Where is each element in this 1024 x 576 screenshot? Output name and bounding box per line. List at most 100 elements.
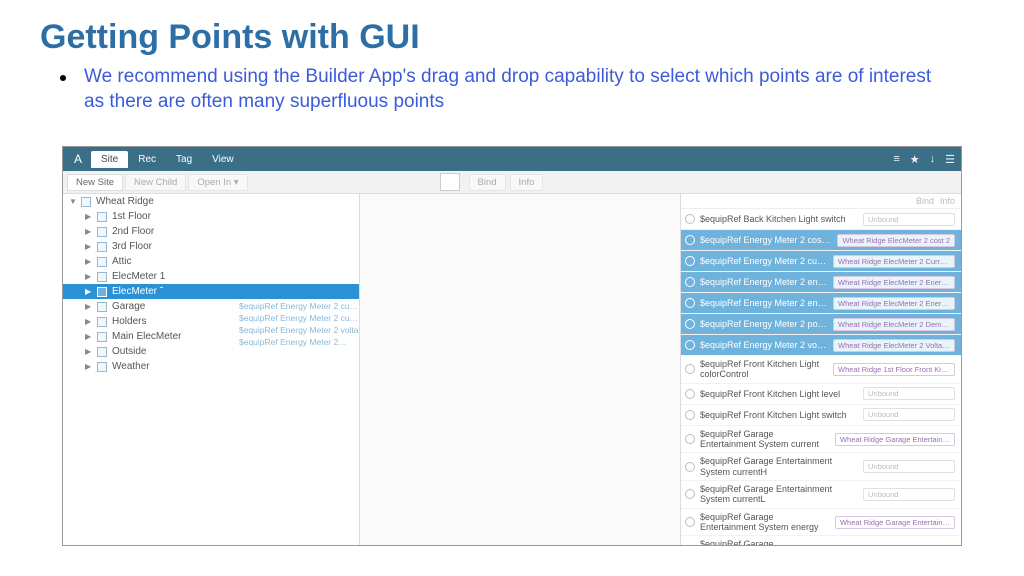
tree-root[interactable]: ▼ Wheat Ridge <box>63 194 359 209</box>
tree-item[interactable]: ▶Garage <box>63 299 359 314</box>
tree-item[interactable]: ▶ Holders <box>63 314 359 329</box>
point-row[interactable]: $equipRef Energy Meter 2 powerWheat Ridg… <box>681 314 961 335</box>
expand-right-icon: ▶ <box>85 332 92 341</box>
point-label: $equipRef Energy Meter 2 voltage <box>700 340 828 350</box>
new-site-button[interactable]: New Site <box>67 174 123 191</box>
point-row[interactable]: $equipRef Front Kitchen Light colorContr… <box>681 356 961 384</box>
tree-item[interactable]: ▶Outside <box>63 344 359 359</box>
point-radio-icon[interactable] <box>685 277 695 287</box>
open-in-button[interactable]: Open In ▾ <box>188 174 247 191</box>
toolbar-square-icon[interactable] <box>440 173 460 191</box>
bullet-text: We recommend using the Builder App's dra… <box>84 65 944 114</box>
point-binding-badge: Wheat Ridge ElecMeter 2 Current 2 <box>833 255 955 268</box>
point-row[interactable]: $equipRef Garage Entertainment System cu… <box>681 426 961 454</box>
point-binding-badge: Wheat Ridge ElecMeter 2 Energy… <box>833 297 955 310</box>
tree-item[interactable]: ▶1st Floor <box>63 209 359 224</box>
point-radio-icon[interactable] <box>685 319 695 329</box>
point-radio-icon[interactable] <box>685 256 695 266</box>
tree-item[interactable]: ▶2nd Floor <box>63 224 359 239</box>
folder-icon <box>97 257 107 267</box>
expand-right-icon: ▶ <box>85 257 92 266</box>
menubar-icon[interactable]: ≡ <box>893 153 899 166</box>
point-row[interactable]: $equipRef Energy Meter 2 energyWheat Rid… <box>681 272 961 293</box>
point-label: $equipRef Energy Meter 2 energyDuration <box>700 298 828 308</box>
tree-item-label: Attic <box>112 256 131 267</box>
points-pane: Bind Info $equipRef Back Kitchen Light s… <box>681 194 961 545</box>
point-radio-icon[interactable] <box>685 214 695 224</box>
menubar-icon[interactable]: ↓ <box>930 153 936 166</box>
point-radio-icon[interactable] <box>685 235 695 245</box>
folder-icon <box>81 197 91 207</box>
point-radio-icon[interactable] <box>685 410 695 420</box>
point-label: $equipRef Garage Entertainment System en… <box>700 512 830 533</box>
expand-right-icon: ▶ <box>85 212 92 221</box>
point-binding-badge: Wheat Ridge 1st Floor Front Kitche… <box>833 363 955 376</box>
tree-item[interactable]: ▶ Main ElecMeter <box>63 329 359 344</box>
info-button[interactable]: Info <box>510 174 544 191</box>
app-toolbar: New Site New Child Open In ▾ Bind Info <box>63 171 961 194</box>
tree-item-label: Main ElecMeter <box>112 331 181 342</box>
tree-root-label: Wheat Ridge <box>96 196 154 207</box>
folder-icon <box>97 362 107 372</box>
point-radio-icon[interactable] <box>685 434 695 444</box>
point-row[interactable]: $equipRef Energy Meter 2 currentWheat Ri… <box>681 251 961 272</box>
point-radio-icon[interactable] <box>685 364 695 374</box>
bullet-icon <box>60 75 66 81</box>
tree-item[interactable]: ▶ElecMeter ˜ <box>63 284 359 299</box>
point-label: $equipRef Garage Entertainment System cu… <box>700 484 858 505</box>
bind-button[interactable]: Bind <box>469 174 506 191</box>
point-radio-icon[interactable] <box>685 489 695 499</box>
point-row[interactable]: $equipRef Energy Meter 2 energyDuration W… <box>681 293 961 314</box>
point-binding-badge: Unbound <box>863 387 955 400</box>
expand-right-icon: ▶ <box>85 227 92 236</box>
points-list: $equipRef Back Kitchen Light switchUnbou… <box>681 209 961 545</box>
expand-right-icon: ▶ <box>85 347 92 356</box>
menubar-icon[interactable]: ☰ <box>945 153 955 166</box>
point-binding-badge: Unbound <box>863 213 955 226</box>
point-radio-icon[interactable] <box>685 298 695 308</box>
menu-tab-rec[interactable]: Rec <box>128 151 166 168</box>
tree-item[interactable]: ▶ Weather <box>63 359 359 374</box>
menubar-right-icons: ≡ ★ ↓ ☰ <box>893 153 955 166</box>
app-menubar: A SiteRecTagView ≡★↓☰ <box>63 147 961 171</box>
point-row[interactable]: $equipRef Garage Entertainment System en… <box>681 509 961 537</box>
point-label: $equipRef Garage Entertainment System cu… <box>700 429 830 450</box>
menubar-icon[interactable]: ★ <box>910 153 920 166</box>
slide-bullet: We recommend using the Builder App's dra… <box>60 65 984 114</box>
point-row[interactable]: $equipRef Back Kitchen Light switchUnbou… <box>681 209 961 230</box>
tree-item-label: Weather <box>112 361 150 372</box>
point-row[interactable]: $equipRef Energy Meter 2 voltageWheat Ri… <box>681 335 961 356</box>
point-row[interactable]: $equipRef Garage Entertainment System cu… <box>681 481 961 509</box>
expand-right-icon: ▶ <box>85 317 92 326</box>
point-row[interactable]: $equipRef Energy Meter 2 cost…Wheat Ridg… <box>681 230 961 251</box>
point-radio-icon[interactable] <box>685 462 695 472</box>
point-binding-badge: Wheat Ridge Garage Entertain… <box>835 433 955 446</box>
folder-icon <box>97 227 107 237</box>
folder-icon <box>97 212 107 222</box>
tree-item[interactable]: ▶ Attic <box>63 254 359 269</box>
folder-icon <box>97 347 107 357</box>
point-row[interactable]: $equipRef Front Kitchen Light switchUnbo… <box>681 405 961 426</box>
point-label: $equipRef Front Kitchen Light switch <box>700 410 858 420</box>
tree-item[interactable]: ▶ElecMeter 1 <box>63 269 359 284</box>
point-label: $equipRef Energy Meter 2 cost… <box>700 235 832 245</box>
tree-item-label: Holders <box>112 316 146 327</box>
tree-item[interactable]: ▶3rd Floor <box>63 239 359 254</box>
menu-tab-site[interactable]: Site <box>91 151 128 168</box>
point-binding-badge: Wheat Ridge Garage Entertain… <box>835 516 955 529</box>
menu-tab-view[interactable]: View <box>202 151 244 168</box>
point-label: $equipRef Garage Entertainment System cu… <box>700 456 858 477</box>
new-child-button[interactable]: New Child <box>125 174 186 191</box>
point-radio-icon[interactable] <box>685 389 695 399</box>
point-radio-icon[interactable] <box>685 340 695 350</box>
menu-tab-tag[interactable]: Tag <box>166 151 202 168</box>
folder-icon <box>97 287 107 297</box>
point-binding-badge: Unbound <box>863 460 955 473</box>
point-row[interactable]: $equipRef Front Kitchen Light levelUnbou… <box>681 384 961 405</box>
point-row[interactable]: $equipRef Garage Entertainment System cu… <box>681 453 961 481</box>
folder-icon <box>97 272 107 282</box>
expand-down-icon: ▼ <box>69 197 76 206</box>
point-row[interactable]: $equipRef Garage Entertainment System en… <box>681 536 961 545</box>
expand-right-icon: ▶ <box>85 362 92 371</box>
point-radio-icon[interactable] <box>685 517 695 527</box>
